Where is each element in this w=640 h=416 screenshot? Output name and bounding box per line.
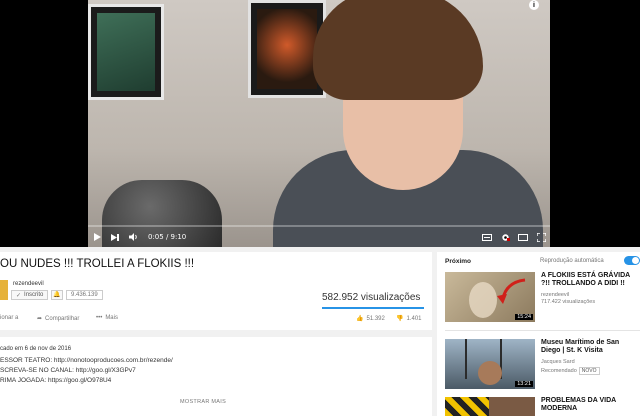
description-line[interactable]: RIMA JOGADA: https://goo.gl/O978U4 [0,377,111,384]
skip-next-icon [111,233,119,241]
player-controls: 0:05 / 9:10 [88,227,550,247]
video-item-title[interactable]: PROBLEMAS DA VIDA MODERNA [541,397,640,413]
settings-button[interactable] [496,227,514,247]
theater-mode-button[interactable] [514,227,532,247]
subscribe-button[interactable]: ✓ Inscrito [11,290,49,300]
video-item-channel: rezendeevil [541,292,570,298]
video-item-meta: Recomendado NOVO [541,367,600,375]
bell-icon: 🔔 [53,292,61,298]
video-duration: 15:24 [515,314,533,320]
dislike-button[interactable]: 👎 1.401 [396,315,422,323]
info-icon[interactable]: i [529,0,539,10]
thumbs-down-icon: 👎 [396,316,404,322]
video-thumbnail[interactable]: 15:24 [445,272,535,322]
video-item-title[interactable]: A FLOKIIS ESTÁ GRÁVIDA ?!! TROLLANDO A D… [541,272,640,288]
video-frame[interactable] [88,0,550,247]
volume-icon [128,233,137,241]
share-button[interactable]: ➦ Compartilhar [37,315,80,323]
fullscreen-icon [536,232,546,242]
volume-button[interactable] [124,227,142,247]
next-button[interactable] [106,227,124,247]
wall-painting-left [88,4,164,100]
subtitles-icon [482,233,492,241]
publish-date: cado em 6 de nov de 2016 [0,346,72,352]
gear-icon [501,233,510,241]
like-ratio-bar [322,307,424,309]
person-hair [313,0,483,100]
subscriber-count: 9.436.139 [66,290,103,300]
thumbs-up-icon: 👍 [356,316,364,322]
time-display: 0:05 / 9:10 [148,233,187,241]
subscribe-label: Inscrito [24,292,44,298]
autoplay-toggle[interactable] [624,256,640,265]
channel-name[interactable]: rezendeevil [13,281,44,287]
video-item-views: 717.422 visualizações [541,299,596,305]
action-bar: ionar a ➦ Compartilhar ••• Mais 👍 51.392… [0,313,432,327]
autoplay-label: Reprodução automática [540,258,604,264]
like-count: 51.392 [366,315,385,322]
description-line[interactable]: SCREVA-SE NO CANAL: http://goo.gl/X3GPv7 [0,367,136,374]
recommended-label: Recomendado [541,368,577,374]
up-next-heading: Próximo [445,258,472,265]
play-icon [93,233,101,241]
more-button[interactable]: ••• Mais [96,315,118,321]
theater-icon [518,233,528,241]
view-count: 582.952 visualizações [322,292,421,303]
video-item-channel: Jacques Sard [541,359,575,365]
divider [445,330,640,331]
play-button[interactable] [88,227,106,247]
add-to-label: ionar a [0,315,19,321]
more-label: Mais [105,315,118,321]
more-icon: ••• [96,315,103,321]
subtitles-button[interactable] [478,227,496,247]
video-item-title[interactable]: Museu Marítimo de San Diego | St. K Visi… [541,339,640,355]
share-label: Compartilhar [45,315,80,322]
share-icon: ➦ [37,316,43,322]
video-thumbnail[interactable] [445,397,535,416]
video-duration: 13:21 [515,381,533,387]
add-to-button[interactable]: ionar a [0,315,18,321]
like-button[interactable]: 👍 51.392 [356,315,385,323]
video-title: OU NUDES !!! TROLLEI A FLOKIIS !!! [0,258,195,270]
check-icon: ✓ [16,292,22,299]
video-thumbnail[interactable]: 13:21 [445,339,535,389]
description-line[interactable]: ESSOR TEATRO: http://nonotooproducoes.co… [0,357,173,364]
video-player[interactable]: i 0:05 / 9:10 [0,0,640,247]
channel-avatar[interactable] [0,280,8,300]
show-more-button[interactable]: MOSTRAR MAIS [180,399,226,405]
fullscreen-button[interactable] [532,227,550,247]
dislike-count: 1.401 [406,315,422,322]
notification-bell-button[interactable]: 🔔 [51,290,63,300]
new-badge: NOVO [578,367,600,375]
